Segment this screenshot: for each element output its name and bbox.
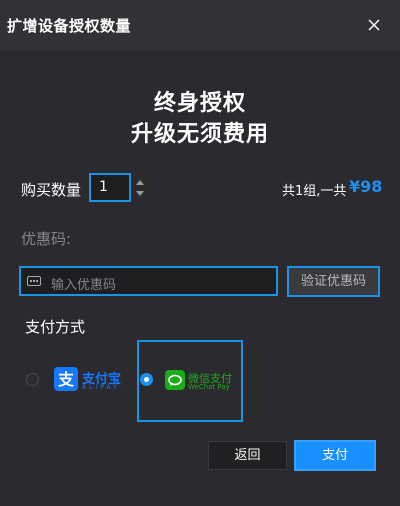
payment-method-label: 支付方式 (25, 318, 86, 336)
wechat-radio[interactable] (140, 373, 153, 386)
headline-lifetime: 终身授权 (153, 91, 246, 116)
back-button[interactable]: 返回 (208, 441, 287, 470)
quantity-stepper[interactable] (133, 174, 149, 201)
verify-coupon-button[interactable]: 验证优惠码 (287, 266, 380, 297)
alipay-subtext: ALIPAY (82, 384, 120, 391)
coupon-label: 优惠码: (21, 230, 72, 248)
svg-text:支: 支 (57, 370, 75, 389)
alipay-icon: 支 (54, 367, 78, 391)
wechat-pay-icon (165, 370, 185, 390)
total-summary: 共1组,一共 (282, 184, 347, 199)
purchase-dialog: 扩增设备授权数量 终身授权 升级无须费用 购买数量 1 共1组,一共 ¥98 优… (0, 0, 400, 506)
quantity-label: 购买数量 (21, 181, 82, 199)
title-bar: 扩增设备授权数量 (0, 0, 400, 50)
alipay-radio[interactable] (26, 373, 39, 386)
keyboard-icon (27, 276, 41, 286)
quantity-input[interactable]: 1 (89, 173, 131, 202)
dialog-title: 扩增设备授权数量 (7, 17, 132, 35)
headline-free-upgrade: 升级无须费用 (130, 122, 269, 147)
wechat-subtext: WeChat Pay (188, 383, 230, 391)
stepper-up-icon[interactable] (136, 180, 144, 185)
stepper-down-icon[interactable] (136, 191, 144, 196)
coupon-placeholder: 输入优惠码 (51, 278, 117, 293)
total-price: ¥98 (349, 177, 383, 196)
pay-button[interactable]: 支付 (294, 440, 376, 471)
wechat-logo: 微信支付 WeChat Pay (165, 370, 239, 394)
close-icon[interactable] (364, 15, 384, 35)
alipay-option[interactable]: 支 支付宝 ALIPAY (54, 367, 126, 395)
coupon-input[interactable]: 输入优惠码 (19, 266, 278, 296)
